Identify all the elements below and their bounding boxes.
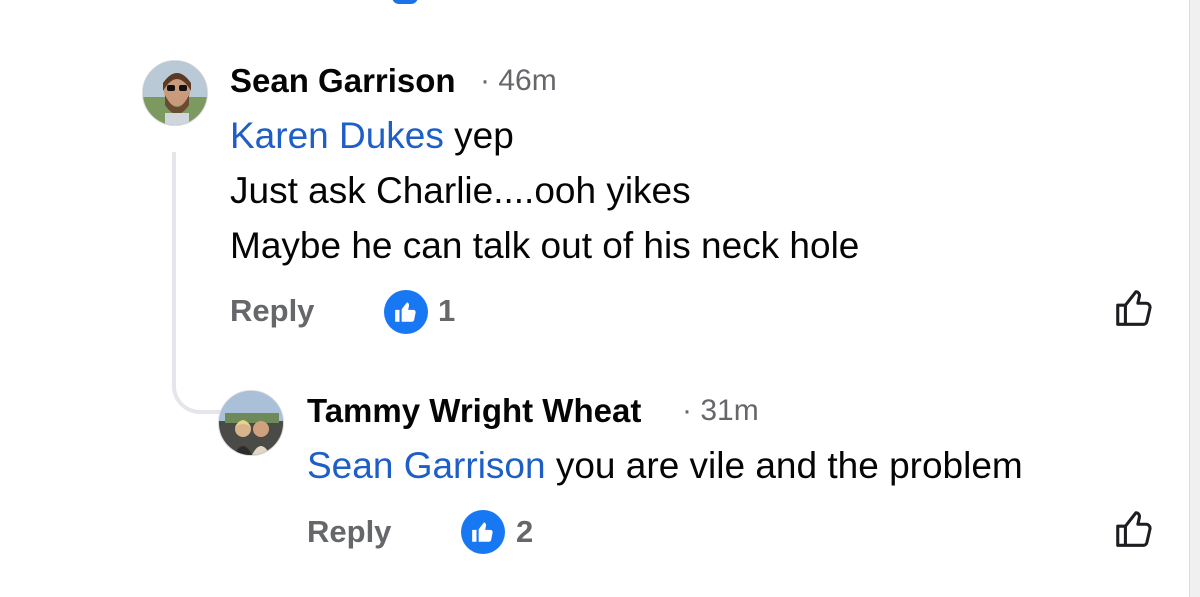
avatar[interactable] xyxy=(218,390,284,456)
comment-author[interactable]: Sean Garrison xyxy=(230,62,456,100)
comment-author[interactable]: Tammy Wright Wheat xyxy=(307,392,641,430)
thumbs-up-outline-icon[interactable] xyxy=(1112,507,1158,553)
reply-button[interactable]: Reply xyxy=(307,514,391,550)
reply-thread-connector xyxy=(172,152,220,414)
comment-timestamp[interactable]: · 31m xyxy=(682,394,759,428)
reaction-count[interactable]: 2 xyxy=(516,514,533,550)
reply-button[interactable]: Reply xyxy=(230,293,314,329)
mention-link[interactable]: Sean Garrison xyxy=(307,445,546,486)
mention-link[interactable]: Karen Dukes xyxy=(230,115,444,156)
reaction-count[interactable]: 1 xyxy=(438,293,455,329)
comment-timestamp[interactable]: · 46m xyxy=(480,64,557,98)
avatar[interactable] xyxy=(142,60,208,126)
comment-text: yep xyxy=(443,115,514,156)
avatar-photo-icon xyxy=(219,391,283,455)
comment-text-line: Karen Dukes yep xyxy=(230,108,514,164)
comment-text-line: Just ask Charlie....ooh yikes xyxy=(230,170,691,211)
scrollbar[interactable] xyxy=(1189,0,1200,597)
thumbs-up-outline-icon[interactable] xyxy=(1112,286,1158,332)
avatar-photo-icon xyxy=(143,61,207,125)
like-reaction-icon[interactable] xyxy=(384,290,428,334)
like-reaction-icon[interactable] xyxy=(461,510,505,554)
scroll-position-indicator xyxy=(392,0,418,4)
comment-text: you are vile and the problem xyxy=(545,445,1023,486)
comment-text-line: Maybe he can talk out of his neck hole xyxy=(230,225,860,266)
comment-text-line: Sean Garrison you are vile and the probl… xyxy=(307,438,1023,494)
